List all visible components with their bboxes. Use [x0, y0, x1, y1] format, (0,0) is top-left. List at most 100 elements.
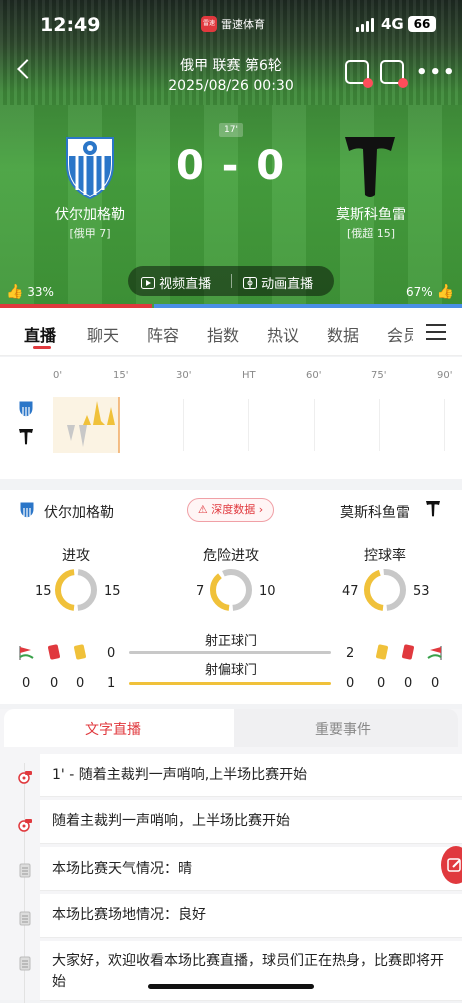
- home-team-small-crest-icon: [18, 400, 34, 418]
- home-team-name[interactable]: 伏尔加格勒: [20, 204, 160, 224]
- corner-flag-icon: [427, 646, 442, 660]
- live-switch: 视频直播 动画直播: [128, 266, 334, 296]
- whistle-icon: [18, 771, 32, 784]
- yellow-card-icon: [375, 644, 389, 660]
- stat-label-possession: 控球率: [364, 548, 406, 564]
- active-tab-indicator: [33, 346, 51, 349]
- shots-on-bar: [129, 651, 331, 654]
- menu-icon[interactable]: [426, 324, 446, 340]
- away-shots-off: 0: [346, 676, 355, 691]
- app-name: 雷速体育: [221, 18, 265, 31]
- commentary-section: 文字直播 重要事件 1' - 随着主裁判一声哨响,上半场比赛开始 随着主裁判一声…: [0, 709, 462, 1003]
- tab-data[interactable]: 数据: [327, 322, 359, 346]
- tab-chat[interactable]: 聊天: [87, 322, 119, 346]
- timeline-label: 90': [437, 370, 453, 381]
- home-indicator[interactable]: [148, 984, 314, 989]
- warning-icon: ⚠: [197, 503, 208, 516]
- commentary-item: 1' - 随着主裁判一声哨响,上半场比赛开始: [40, 754, 462, 797]
- away-support-percent: 67%: [406, 285, 433, 299]
- home-shots-off: 1: [107, 676, 116, 691]
- tab-member[interactable]: 会员: [387, 322, 413, 346]
- notepad-icon: [19, 911, 31, 926]
- edit-icon: [447, 858, 461, 872]
- status-time: 12:49: [40, 14, 101, 36]
- deep-data-label: 深度数据: [211, 503, 256, 516]
- dangerous-attack-donut: [210, 569, 252, 611]
- home-corners: 0: [22, 676, 31, 691]
- home-team-rank: [俄甲 7]: [69, 227, 111, 240]
- away-support[interactable]: 67% 👍: [406, 284, 454, 300]
- status-bar: 12:49 雷速 雷速体育 4G 66: [0, 0, 462, 46]
- match-stats: 伏尔加格勒 ⚠ 深度数据 › 莫斯科鱼雷 进攻 危险进攻 控球率 15 15 7…: [0, 490, 462, 704]
- tab-live[interactable]: 直播: [24, 322, 56, 346]
- commentary-item: 本场比赛场地情况：良好: [40, 894, 462, 938]
- timeline-label: 75': [371, 370, 387, 381]
- commentary-item: 随着主裁判一声哨响，上半场比赛开始: [40, 800, 462, 844]
- more-icon[interactable]: •••: [416, 62, 457, 83]
- animation-live-label: 动画直播: [261, 277, 314, 292]
- timeline-label: HT: [242, 370, 256, 381]
- away-yellow-cards: 0: [377, 676, 386, 691]
- red-card-icon: [401, 644, 415, 660]
- yellow-card-icon: [73, 644, 87, 660]
- home-yellow-cards: 0: [76, 676, 85, 691]
- home-support[interactable]: 👍 33%: [6, 284, 54, 300]
- app-logo-icon: 雷速: [201, 16, 217, 32]
- stat-away-attack: 15: [104, 584, 121, 599]
- stat-label-attack: 进攻: [62, 548, 90, 564]
- signal-icon: [356, 18, 376, 32]
- timeline-label: 0': [53, 370, 63, 381]
- red-card-icon: [47, 644, 61, 660]
- pip-icon[interactable]: [345, 60, 373, 88]
- notepad-icon: [19, 956, 31, 971]
- stat-away-possession: 53: [413, 584, 430, 599]
- battery-icon: 66: [408, 16, 436, 32]
- commentary-item: 大家好，欢迎收看本场比赛直播，球员们正在热身，比赛即将开始: [40, 941, 462, 1001]
- away-corners: 0: [431, 676, 440, 691]
- shots-off-label: 射偏球门: [204, 663, 257, 678]
- away-team-small-crest-icon: [19, 429, 33, 445]
- pitch-icon: [243, 277, 257, 289]
- commentary-text: 本场比赛场地情况：良好: [52, 907, 206, 923]
- away-team-rank: [俄超 15]: [346, 227, 396, 240]
- thumbs-up-icon: 👍: [6, 284, 24, 300]
- match-header: 12:49 雷速 雷速体育 4G 66 俄甲 联赛 第6轮 2025/08/26…: [0, 0, 462, 308]
- commentary-text: 本场比赛天气情况：晴: [52, 861, 192, 877]
- notepad-icon: [19, 863, 31, 878]
- home-team-small-crest-icon: [19, 501, 35, 519]
- home-red-cards: 0: [50, 676, 59, 691]
- commentary-tabs: 文字直播 重要事件: [4, 709, 458, 747]
- home-support-percent: 33%: [27, 285, 54, 299]
- stat-label-dangerous-attack: 危险进攻: [203, 548, 259, 564]
- shots-on-label: 射正球门: [204, 634, 257, 649]
- tab-text-live[interactable]: 文字直播: [85, 719, 141, 739]
- stats-home-team-name: 伏尔加格勒: [44, 505, 114, 521]
- deep-data-button[interactable]: ⚠ 深度数据 ›: [187, 498, 274, 522]
- tab-odds[interactable]: 指数: [207, 322, 239, 346]
- timeline-label: 15': [113, 370, 129, 381]
- video-live-button[interactable]: 视频直播: [141, 273, 211, 292]
- away-team-name[interactable]: 莫斯科鱼雷: [301, 204, 441, 224]
- home-team-crest-icon[interactable]: [63, 134, 117, 200]
- away-team-crest-icon[interactable]: [343, 135, 397, 199]
- away-team-small-crest-icon: [426, 501, 440, 517]
- attack-donut: [55, 569, 97, 611]
- tab-key-events[interactable]: 重要事件: [315, 719, 371, 739]
- animation-live-button[interactable]: 动画直播: [243, 273, 313, 292]
- stat-home-attack: 15: [35, 584, 52, 599]
- screen-record-icon[interactable]: [380, 60, 408, 88]
- commentary-text: 随着主裁判一声哨响，上半场比赛开始: [52, 813, 290, 829]
- play-icon: [141, 277, 155, 289]
- commentary-item: 本场比赛天气情况：晴: [40, 847, 462, 891]
- match-timeline: 0' 15' 30' HT 60' 75' 90': [0, 357, 462, 479]
- momentum-chart: [53, 397, 120, 453]
- whistle-icon: [18, 819, 32, 832]
- tab-hot[interactable]: 热议: [267, 322, 299, 346]
- possession-donut: [364, 569, 406, 611]
- commentary-text: 1' - 随着主裁判一声哨响,上半场比赛开始: [52, 767, 308, 783]
- tab-lineup[interactable]: 阵容: [147, 322, 179, 346]
- shots-off-bar: [129, 682, 331, 685]
- corner-flag-icon: [19, 646, 34, 660]
- away-red-cards: 0: [404, 676, 413, 691]
- timeline-label: 60': [306, 370, 322, 381]
